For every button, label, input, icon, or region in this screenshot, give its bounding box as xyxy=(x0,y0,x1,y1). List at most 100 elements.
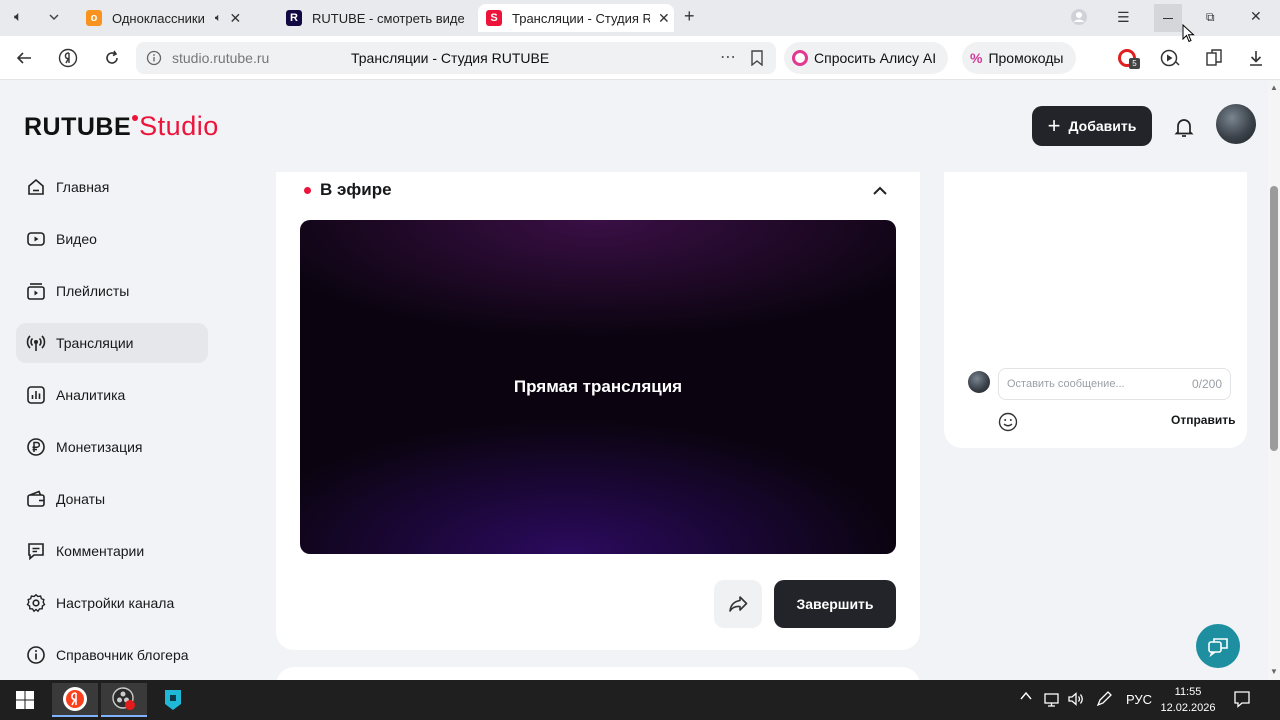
url-field[interactable]: studio.rutube.ru Трансляции - Студия RUT… xyxy=(136,42,776,74)
speaker-icon[interactable]: 🔈︎ xyxy=(14,8,22,25)
scrollbar-thumb[interactable] xyxy=(1270,186,1278,451)
url-host: studio.rutube.ru xyxy=(172,50,270,66)
chat-message-input[interactable]: Оставить сообщение... 0/200 xyxy=(998,368,1231,400)
restore-icon[interactable]: ⧉ xyxy=(1206,10,1215,25)
close-window-icon[interactable]: ✕ xyxy=(1250,8,1262,25)
studio-icon: S xyxy=(486,10,502,26)
address-bar: studio.rutube.ru Трансляции - Студия RUT… xyxy=(0,36,1280,80)
taskbar-clock[interactable]: 11:55 12.02.2026 xyxy=(1156,684,1220,716)
close-icon[interactable]: ✕ xyxy=(229,10,241,27)
emoji-icon[interactable] xyxy=(998,412,1018,432)
new-tab-icon[interactable]: + xyxy=(684,6,695,27)
live-indicator xyxy=(304,187,311,194)
rutube-icon: R xyxy=(286,10,302,26)
scroll-down-icon[interactable]: ▼ xyxy=(1270,667,1278,676)
sidebar-item-label: Донаты xyxy=(56,491,106,507)
sidebar-item-label: Плейлисты xyxy=(56,283,130,299)
taskbar-yandex-browser[interactable] xyxy=(52,683,98,717)
taskbar-app-3[interactable] xyxy=(150,683,196,717)
extensions-icon[interactable] xyxy=(1202,46,1226,70)
tab-rutube[interactable]: R RUTUBE - смотреть виде xyxy=(286,4,470,32)
minimize-button[interactable] xyxy=(1154,4,1182,32)
volume-icon[interactable] xyxy=(1067,691,1085,710)
next-card xyxy=(276,667,920,680)
yandex-icon[interactable] xyxy=(56,46,80,70)
close-icon[interactable]: ✕ xyxy=(658,10,670,27)
minimize-icon xyxy=(1163,18,1173,19)
live-status-title: В эфире xyxy=(320,180,392,199)
support-chat-button[interactable] xyxy=(1196,624,1240,668)
rutube-studio-logo[interactable]: RUTUBE Studio xyxy=(24,111,219,142)
playlist-icon xyxy=(27,283,45,300)
taskbar-obs[interactable] xyxy=(101,683,147,717)
chat-panel: Оставить сообщение... 0/200 Отправить xyxy=(944,172,1247,448)
promo-button[interactable]: % Промокоды xyxy=(962,42,1076,74)
menu-icon[interactable]: ☰ xyxy=(1117,9,1130,26)
sidebar-item-label: Аналитика xyxy=(56,387,126,403)
page-scrollbar[interactable]: ▲ ▼ xyxy=(1268,81,1280,680)
language-indicator[interactable]: РУС xyxy=(1126,692,1152,707)
bell-icon[interactable] xyxy=(1172,115,1196,139)
support-chat-icon xyxy=(1208,638,1228,658)
pen-icon[interactable] xyxy=(1095,690,1113,711)
wallet-icon xyxy=(27,490,45,507)
sidebar-item-playlists[interactable]: Плейлисты xyxy=(16,271,208,311)
sidebar-item-channel-settings[interactable]: Настройки канала xyxy=(16,583,208,623)
reload-icon[interactable] xyxy=(100,46,124,70)
shield-app-icon xyxy=(165,690,181,710)
profile-icon[interactable] xyxy=(1070,8,1088,29)
add-button[interactable]: + Добавить xyxy=(1032,106,1152,146)
tab-studio[interactable]: S Трансляции - Студия R ✕ xyxy=(478,4,674,32)
clock-date: 12.02.2026 xyxy=(1160,702,1216,714)
more-icon[interactable]: ⋯ xyxy=(720,47,736,67)
send-button[interactable]: Отправить xyxy=(1171,413,1235,427)
tray-chevron-icon[interactable] xyxy=(1019,689,1033,706)
chevron-up-icon[interactable] xyxy=(870,181,890,201)
stream-player[interactable]: Прямая трансляция xyxy=(300,220,896,554)
tab-title: RUTUBE - смотреть виде xyxy=(312,10,464,26)
tab-title: Одноклассники xyxy=(112,10,205,26)
sidebar-item-broadcasts[interactable]: Трансляции xyxy=(16,323,208,363)
windows-taskbar: РУС 11:55 12.02.2026 xyxy=(0,680,1280,720)
notifications-icon[interactable] xyxy=(1233,690,1251,711)
sidebar-item-comments[interactable]: Комментарии xyxy=(16,531,208,571)
download-icon[interactable] xyxy=(1244,46,1268,70)
extension-badge: 5 xyxy=(1129,58,1140,69)
audio-icon[interactable]: 🔈︎ xyxy=(215,12,222,25)
logo-rutube: RUTUBE xyxy=(24,113,132,141)
sidebar-item-label: Справочник блогера xyxy=(56,647,189,663)
browser-tab-bar: 🔈︎ о Одноклассники 🔈︎ ✕ R RUTUBE - смотр… xyxy=(0,0,1280,36)
alice-button[interactable]: Спросить Алису AI xyxy=(784,42,949,74)
chevron-down-icon[interactable] xyxy=(48,10,60,26)
broadcast-icon xyxy=(26,335,46,351)
sidebar-item-label: Видео xyxy=(56,231,97,247)
sidebar-item-analytics[interactable]: Аналитика xyxy=(16,375,208,415)
sidebar-item-label: Комментарии xyxy=(56,543,145,559)
share-icon xyxy=(729,596,748,612)
back-icon[interactable] xyxy=(12,46,36,70)
logo-dot xyxy=(132,115,139,121)
sidebar-item-monetization[interactable]: Монетизация xyxy=(16,427,208,467)
sidebar-item-donations[interactable]: Донаты xyxy=(16,479,208,519)
share-button[interactable] xyxy=(714,580,762,628)
user-avatar[interactable] xyxy=(1216,104,1256,144)
sidebar-item-label: Монетизация xyxy=(56,439,143,455)
sidebar-item-video[interactable]: Видео xyxy=(16,219,208,259)
bookmark-icon[interactable] xyxy=(750,50,764,71)
opera-extension-icon[interactable]: 5 xyxy=(1118,49,1140,69)
sidebar-item-blogger-guide[interactable]: Справочник блогера xyxy=(16,635,208,675)
url-page-title: Трансляции - Студия RUTUBE xyxy=(351,50,550,66)
windows-icon xyxy=(16,691,34,709)
end-stream-button[interactable]: Завершить xyxy=(774,580,896,628)
clock-time: 11:55 xyxy=(1174,686,1202,698)
tab-odnoklassniki[interactable]: о Одноклассники 🔈︎ ✕ xyxy=(86,4,272,32)
scroll-up-icon[interactable]: ▲ xyxy=(1270,83,1278,92)
studio-page: RUTUBE Studio + Добавить Главная Видео П… xyxy=(0,81,1268,680)
network-icon[interactable] xyxy=(1043,691,1061,710)
media-icon[interactable] xyxy=(1158,46,1182,70)
sidebar-item-home[interactable]: Главная xyxy=(16,167,208,207)
site-info-icon[interactable] xyxy=(146,50,162,71)
start-button[interactable] xyxy=(2,683,48,717)
alice-label: Спросить Алису AI xyxy=(814,50,937,66)
plus-icon: + xyxy=(1047,113,1061,138)
